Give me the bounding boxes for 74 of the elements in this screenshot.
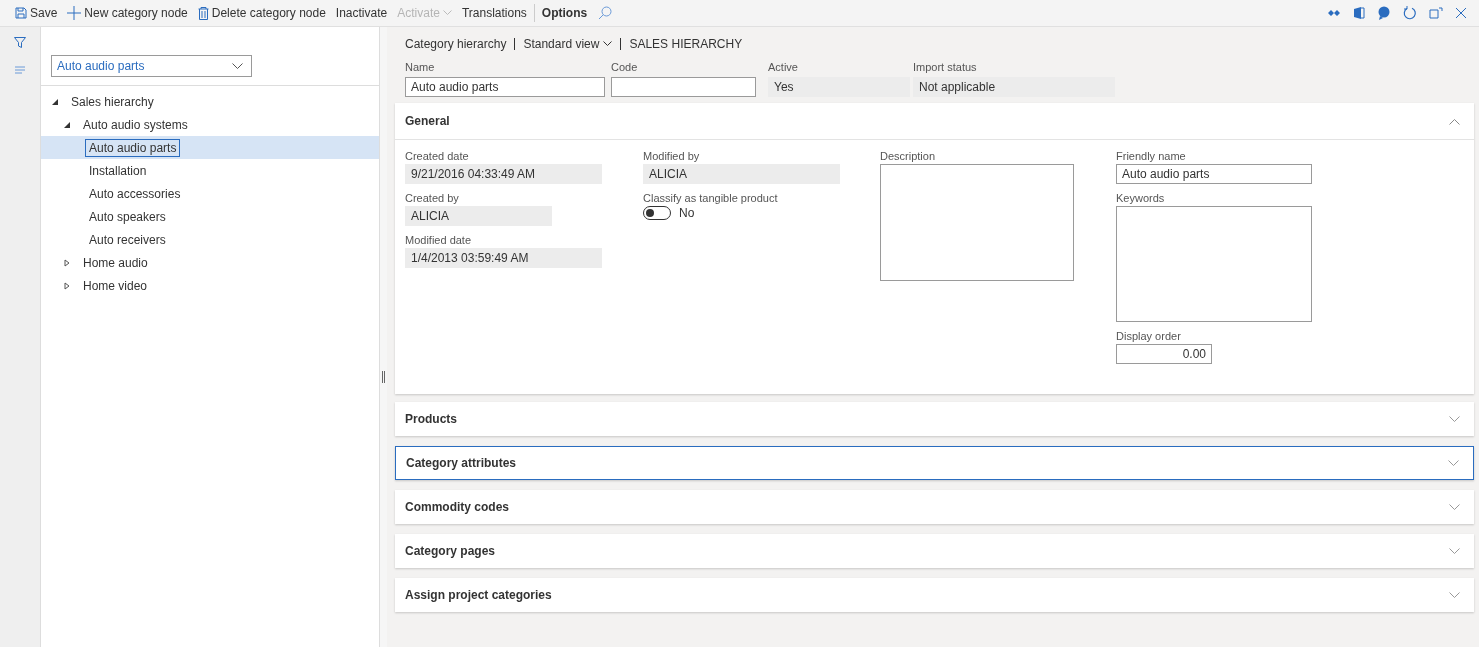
input-field[interactable]: Auto audio parts	[1116, 164, 1312, 184]
toolbar-button[interactable]: Inactivate	[330, 2, 393, 24]
field-label: Keywords	[1116, 192, 1166, 204]
field-label: Name	[405, 61, 436, 73]
field-label: Code	[611, 61, 639, 73]
field-value: 9/21/2016 04:33:49 AM	[405, 164, 602, 184]
field-label: Friendly name	[1116, 150, 1187, 162]
field-label: Modified date	[405, 234, 473, 246]
field-label: Created by	[405, 192, 460, 204]
section-header[interactable]: Products	[395, 402, 1474, 436]
tree-item[interactable]: Auto audio parts	[85, 138, 181, 157]
expanded-icon[interactable]	[63, 120, 71, 129]
collapsed-icon[interactable]	[63, 258, 71, 267]
section-header[interactable]: Assign project categories	[395, 578, 1474, 612]
field-value: Yes	[768, 77, 910, 97]
tree-item[interactable]: Auto audio systems	[79, 115, 192, 134]
filter-icon[interactable]	[14, 37, 26, 49]
expand-icon	[1448, 459, 1459, 467]
toolbar-button[interactable]: Translations	[456, 2, 532, 24]
toolbar-button[interactable]: Delete category node	[192, 2, 331, 24]
expand-icon	[1449, 547, 1460, 555]
expand-icon	[1449, 503, 1460, 511]
refresh-icon[interactable]	[1403, 6, 1417, 20]
popout-icon[interactable]	[1429, 7, 1443, 19]
section-header[interactable]: Category attributes	[395, 446, 1474, 480]
plus-icon	[67, 6, 82, 20]
tree-item[interactable]: Sales hierarchy	[67, 92, 158, 111]
view-selector[interactable]: Standard view	[523, 37, 613, 51]
trash-icon	[197, 6, 209, 20]
field-label: Created date	[405, 150, 470, 162]
section-header[interactable]: Commodity codes	[395, 490, 1474, 524]
field-label: Active	[768, 61, 799, 73]
office-icon[interactable]	[1353, 6, 1365, 20]
text-area[interactable]	[880, 164, 1074, 281]
record-title: SALES HIERARCHY	[629, 37, 743, 51]
tree-item[interactable]: Auto receivers	[85, 230, 170, 249]
toolbar-button[interactable]: New category node	[62, 2, 193, 24]
toggle-value: No	[679, 206, 695, 220]
tree-item[interactable]: Home audio	[79, 253, 152, 272]
splitter-handle[interactable]	[382, 371, 385, 383]
field-value: 1/4/2013 03:59:49 AM	[405, 248, 602, 268]
input-field[interactable]: Auto audio parts	[405, 77, 605, 97]
field-label: Description	[880, 150, 937, 162]
tree-item[interactable]: Auto accessories	[85, 184, 185, 203]
field-label: Import status	[913, 61, 978, 73]
section-header[interactable]: Category pages	[395, 534, 1474, 568]
section-header[interactable]: General	[395, 103, 1474, 140]
chat-icon[interactable]	[1377, 6, 1391, 20]
form-title: Category hierarchy	[405, 37, 507, 51]
expanded-icon[interactable]	[51, 97, 59, 106]
hierarchy-dropdown[interactable]: Auto audio parts	[51, 55, 252, 77]
expand-icon	[1449, 415, 1460, 423]
field-value: Not applicable	[913, 77, 1115, 97]
text-area[interactable]	[1116, 206, 1312, 322]
field-label: Classify as tangible product	[643, 192, 779, 204]
collapsed-icon[interactable]	[63, 281, 71, 290]
toolbar-button[interactable]: Save	[10, 2, 63, 24]
caret-icon	[442, 10, 452, 16]
input-field[interactable]: 0.00	[1116, 344, 1212, 364]
save-icon	[15, 7, 27, 19]
tree-item[interactable]: Installation	[85, 161, 151, 180]
expand-icon	[1449, 591, 1460, 599]
caret-icon	[232, 62, 243, 70]
field-label: Modified by	[643, 150, 701, 162]
diamond-icon[interactable]	[1327, 8, 1341, 18]
field-value: ALICIA	[405, 206, 552, 226]
caret-icon	[603, 41, 613, 47]
tree-item[interactable]: Home video	[79, 276, 152, 295]
close-icon[interactable]	[1455, 7, 1467, 19]
field-value: ALICIA	[643, 164, 840, 184]
toolbar-button[interactable]: Options	[536, 2, 593, 24]
tree-item[interactable]: Auto speakers	[85, 207, 170, 226]
input-field[interactable]	[611, 77, 756, 97]
field-label: Display order	[1116, 330, 1182, 342]
